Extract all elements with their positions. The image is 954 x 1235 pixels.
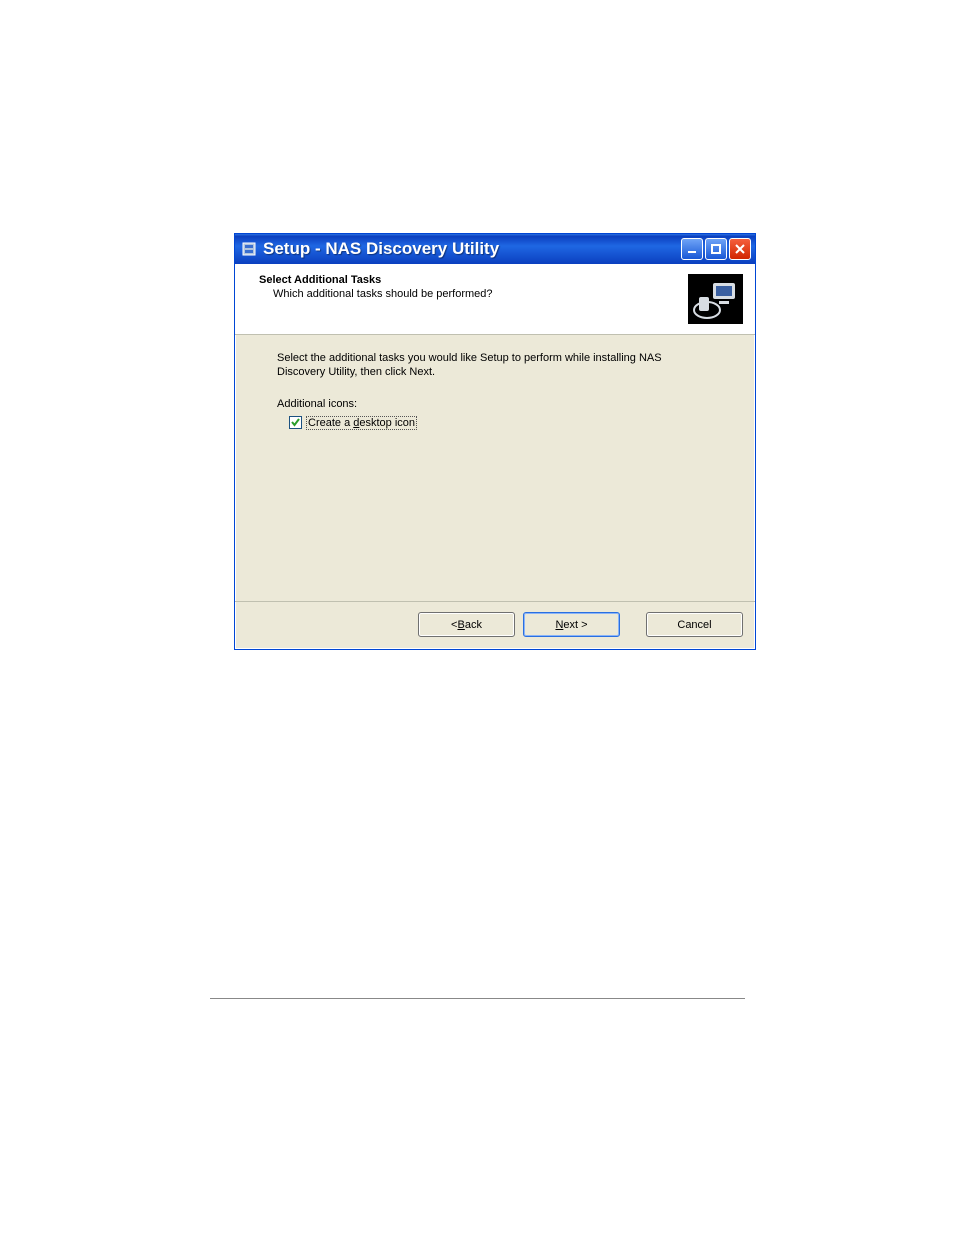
maximize-button[interactable] [705,238,727,260]
create-desktop-icon-option[interactable]: Create a desktop icon [289,416,417,430]
setup-wizard-window: Setup - NAS Discovery Utility Select [234,233,756,650]
back-post: ack [465,619,482,631]
next-accel: N [555,619,563,631]
back-accel: B [457,619,464,631]
cancel-label: Cancel [677,619,711,631]
checkbox-label[interactable]: Create a desktop icon [306,416,417,430]
document-page: Setup - NAS Discovery Utility Select [0,0,954,1235]
wizard-step-subtitle: Which additional tasks should be perform… [273,288,688,300]
app-icon [241,241,257,257]
minimize-button[interactable] [681,238,703,260]
window-title: Setup - NAS Discovery Utility [263,239,681,259]
section-label: Additional icons: [277,398,725,410]
cancel-button[interactable]: Cancel [646,612,743,637]
window-controls [681,238,751,260]
wizard-step-title: Select Additional Tasks [259,274,688,286]
close-button[interactable] [729,238,751,260]
checkbox-icon[interactable] [289,416,302,429]
installer-icon [688,274,743,324]
page-divider [210,998,745,999]
next-post: ext > [563,619,587,631]
title-bar[interactable]: Setup - NAS Discovery Utility [235,234,755,264]
wizard-header: Select Additional Tasks Which additional… [235,264,755,335]
checkbox-label-pre: Create a [308,417,353,429]
back-button[interactable]: < Back [418,612,515,637]
wizard-footer: < Back Next > Cancel [235,601,755,649]
next-button[interactable]: Next > [523,612,620,637]
wizard-header-text: Select Additional Tasks Which additional… [259,274,688,300]
checkbox-label-post: esktop icon [359,417,415,429]
button-gap [628,612,638,637]
wizard-body: Select the additional tasks you would li… [235,335,755,601]
instruction-text: Select the additional tasks you would li… [277,351,697,380]
